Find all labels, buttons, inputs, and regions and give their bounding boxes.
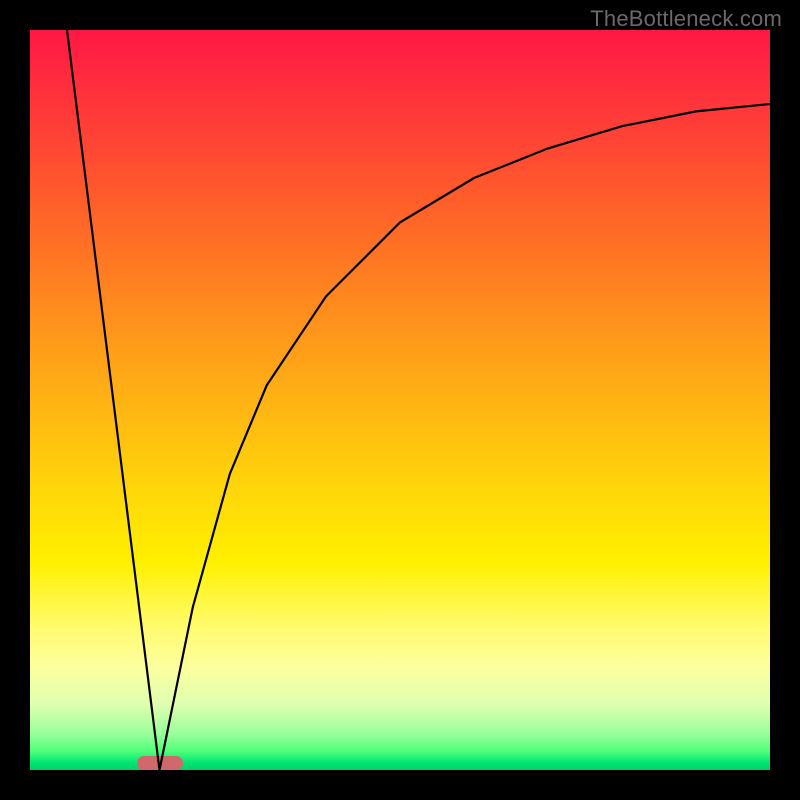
plot-area [30,30,770,770]
bottleneck-curve [30,30,770,770]
curve-path [67,30,770,770]
attribution-text: TheBottleneck.com [590,6,782,32]
